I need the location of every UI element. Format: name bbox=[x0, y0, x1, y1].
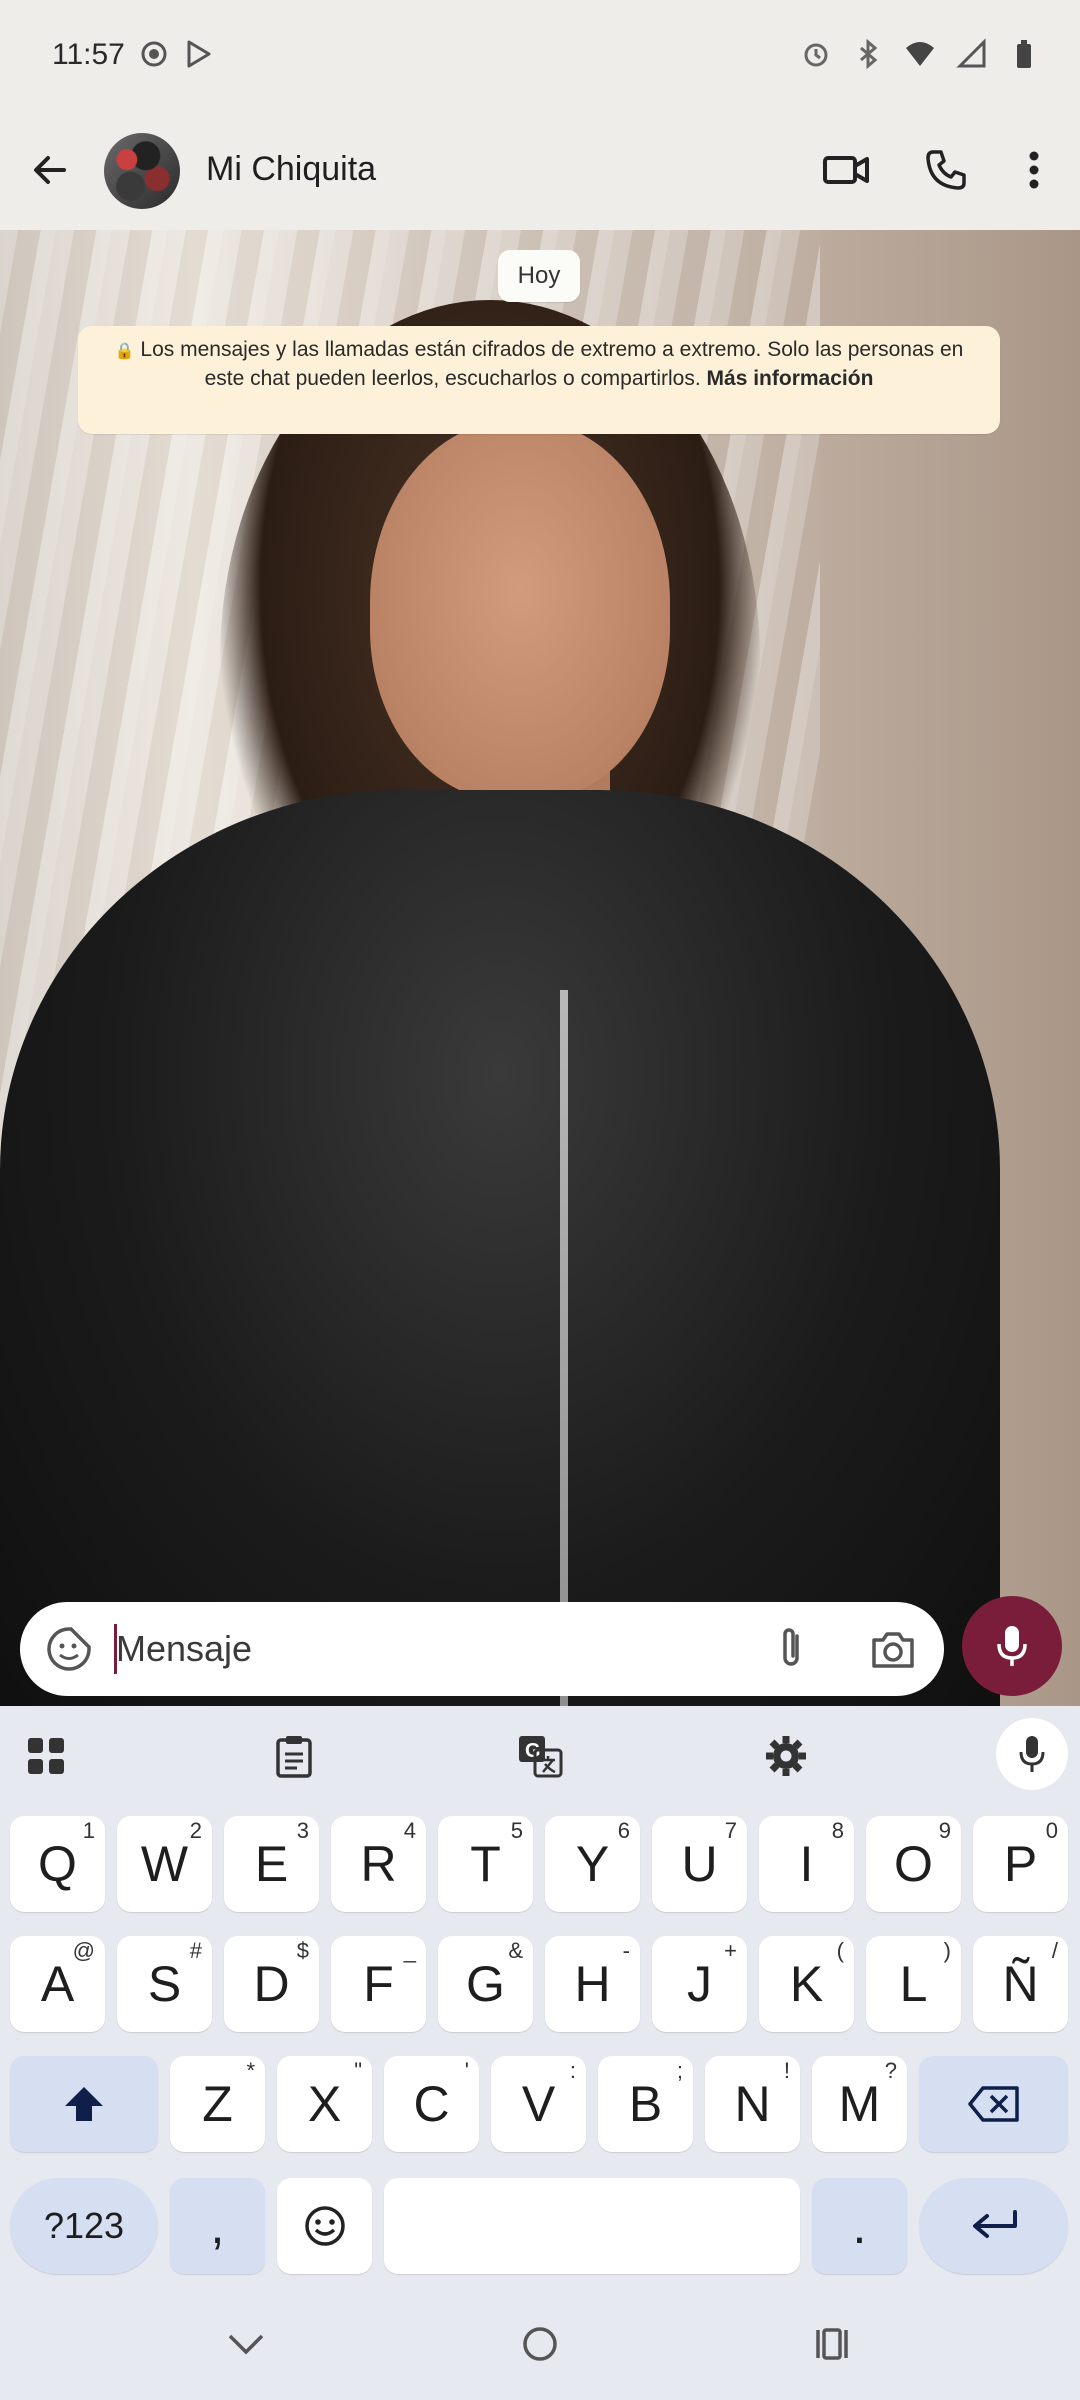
home-button[interactable] bbox=[510, 2314, 570, 2374]
grid-icon bbox=[28, 1738, 64, 1774]
voice-call-button[interactable] bbox=[916, 140, 976, 200]
voice-message-button[interactable] bbox=[962, 1596, 1062, 1696]
microphone-icon bbox=[1019, 1736, 1045, 1772]
lock-icon: 🔒 bbox=[114, 343, 135, 360]
key-b[interactable]: B; bbox=[598, 2056, 693, 2152]
key-x[interactable]: X " bbox=[277, 2056, 372, 2152]
translate-button[interactable]: G bbox=[512, 1728, 568, 1784]
key-o[interactable]: O9 bbox=[866, 1816, 961, 1912]
more-options-button[interactable] bbox=[1004, 140, 1064, 200]
shift-arrow-icon bbox=[65, 2087, 103, 2121]
key-d[interactable]: D $ bbox=[224, 1936, 319, 2032]
play-store-icon bbox=[182, 38, 214, 70]
system-nav-bar bbox=[0, 2286, 1080, 2400]
phone-icon bbox=[926, 150, 966, 190]
translate-icon: G bbox=[519, 1736, 563, 1778]
key-s[interactable]: S # bbox=[117, 1936, 212, 2032]
encryption-notice[interactable]: 🔒 Los mensajes y las llamadas están cifr… bbox=[78, 326, 1000, 434]
paperclip-icon bbox=[783, 1628, 799, 1666]
comma-key[interactable]: , bbox=[170, 2178, 265, 2274]
enter-arrow-icon bbox=[972, 2210, 1017, 2238]
sticker-icon bbox=[47, 1627, 91, 1671]
chevron-down-icon bbox=[228, 2334, 264, 2355]
video-call-icon bbox=[823, 156, 869, 184]
key-h[interactable]: H- bbox=[545, 1936, 640, 2032]
contact-avatar[interactable] bbox=[104, 133, 180, 209]
key-f[interactable]: F _ bbox=[331, 1936, 426, 2032]
key-g[interactable]: G & bbox=[438, 1936, 533, 2032]
smiley-icon bbox=[304, 2206, 345, 2246]
key-c[interactable]: C ' bbox=[384, 2056, 479, 2152]
wallpaper-jacket bbox=[0, 790, 1000, 1706]
signal-icon bbox=[956, 38, 988, 70]
wallpaper-face bbox=[370, 420, 670, 800]
recents-button[interactable] bbox=[802, 2314, 862, 2374]
key-p[interactable]: P0 bbox=[973, 1816, 1068, 1912]
clipboard-button[interactable] bbox=[266, 1728, 322, 1784]
voice-typing-button[interactable] bbox=[996, 1718, 1068, 1790]
key-e[interactable]: E3 bbox=[224, 1816, 319, 1912]
key-i[interactable]: I8 bbox=[759, 1816, 854, 1912]
camera-icon bbox=[872, 1632, 914, 1668]
key-k[interactable]: K( bbox=[759, 1936, 854, 2032]
sticker-button[interactable] bbox=[42, 1622, 96, 1676]
battery-icon bbox=[1008, 38, 1040, 70]
key-q[interactable]: Q1 bbox=[10, 1816, 105, 1912]
bluetooth-icon bbox=[852, 38, 884, 70]
keyboard-toolbar: G bbox=[0, 1706, 1080, 1804]
hide-keyboard-button[interactable] bbox=[216, 2314, 276, 2374]
key-l[interactable]: L) bbox=[866, 1936, 961, 2032]
key-t[interactable]: T5 bbox=[438, 1816, 533, 1912]
soft-keyboard: G Q1 W2 E3 R4 T5 Y 6 U 7 I 8 O 9 P 0 A @… bbox=[0, 1706, 1080, 2286]
message-input[interactable] bbox=[116, 1620, 756, 1678]
chat-header: Mi Chiquita bbox=[0, 110, 1080, 230]
more-info-link[interactable]: Más información bbox=[707, 367, 874, 390]
home-circle-icon bbox=[523, 2327, 557, 2361]
shift-key[interactable] bbox=[10, 2056, 158, 2152]
more-vert-icon bbox=[1029, 151, 1039, 189]
key-n-tilde[interactable]: Ñ / bbox=[973, 1936, 1068, 2032]
contact-name[interactable]: Mi Chiquita bbox=[206, 150, 376, 189]
keyboard-settings-button[interactable] bbox=[758, 1728, 814, 1784]
status-time: 11:57 bbox=[52, 38, 125, 71]
key-y[interactable]: Y6 bbox=[545, 1816, 640, 1912]
attach-button[interactable] bbox=[764, 1622, 818, 1676]
arrow-left-icon bbox=[34, 156, 66, 184]
camera-button[interactable] bbox=[866, 1622, 920, 1676]
key-m[interactable]: M? bbox=[812, 2056, 907, 2152]
key-v[interactable]: V: bbox=[491, 2056, 586, 2152]
key-z[interactable]: Z * bbox=[170, 2056, 265, 2152]
wifi-icon bbox=[904, 38, 936, 70]
chat-area[interactable]: Hoy 🔒 Los mensajes y las llamadas están … bbox=[0, 230, 1080, 1706]
status-bar: 11:57 bbox=[0, 0, 1080, 110]
backspace-icon bbox=[967, 2086, 1019, 2122]
symbols-key[interactable]: ?123 bbox=[10, 2178, 158, 2274]
period-key[interactable]: . bbox=[812, 2178, 907, 2274]
key-a[interactable]: A @ bbox=[10, 1936, 105, 2032]
gear-icon bbox=[766, 1736, 806, 1776]
key-r[interactable]: R4 bbox=[331, 1816, 426, 1912]
key-n[interactable]: N! bbox=[705, 2056, 800, 2152]
emoji-key[interactable] bbox=[277, 2178, 372, 2274]
clipboard-icon bbox=[276, 1736, 312, 1778]
message-composer bbox=[20, 1602, 944, 1696]
apps-grid-button[interactable] bbox=[18, 1728, 74, 1784]
backspace-key[interactable] bbox=[919, 2056, 1068, 2152]
date-chip: Hoy bbox=[498, 250, 580, 302]
alarm-icon bbox=[800, 38, 832, 70]
key-w[interactable]: W2 bbox=[117, 1816, 212, 1912]
enter-key[interactable] bbox=[919, 2178, 1068, 2274]
location-icon bbox=[138, 38, 170, 70]
space-key[interactable] bbox=[384, 2178, 800, 2274]
key-j[interactable]: J + bbox=[652, 1936, 747, 2032]
back-button[interactable] bbox=[20, 140, 80, 200]
key-u[interactable]: U7 bbox=[652, 1816, 747, 1912]
microphone-icon bbox=[997, 1626, 1027, 1666]
wallpaper-zipper bbox=[560, 990, 568, 1706]
video-call-button[interactable] bbox=[816, 140, 876, 200]
recents-icon bbox=[816, 2328, 848, 2360]
